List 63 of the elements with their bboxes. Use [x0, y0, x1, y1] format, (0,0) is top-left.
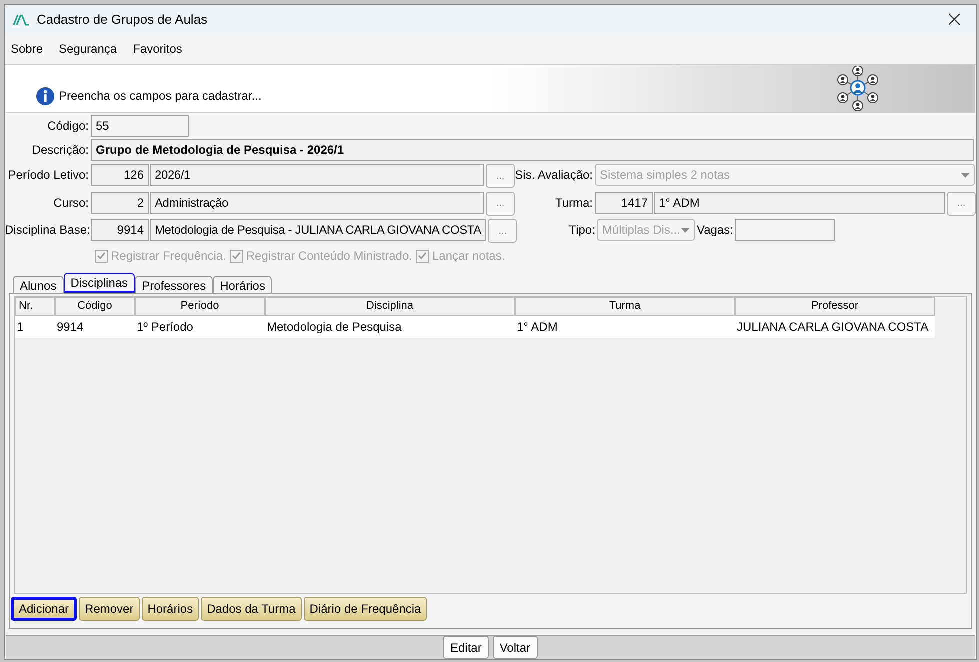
checkbox-label: Registrar Conteúdo Ministrado.: [246, 248, 412, 266]
lookup-field: Administração: [150, 192, 484, 214]
code-field: 55: [91, 114, 189, 137]
action-button[interactable]: Remover: [79, 597, 140, 622]
code-field: 1417: [595, 192, 653, 214]
table-cell-text: Metodologia de Pesquisa: [266, 319, 403, 336]
description-field: Grupo de Metodologia de Pesquisa - 2026/1: [91, 138, 974, 161]
field-label: Descrição:: [31, 142, 90, 159]
tab[interactable]: Horários: [213, 276, 272, 294]
checkmark-icon: [418, 252, 428, 260]
window-title: Cadastro de Grupos de Aulas: [37, 11, 208, 30]
field-label: Disciplina Base:: [5, 222, 91, 240]
field-label: Vagas:: [696, 222, 734, 240]
menu-item[interactable]: Segurança: [59, 40, 118, 58]
action-button[interactable]: Diário de Frequência: [304, 597, 428, 622]
column-header[interactable]: Código: [55, 297, 135, 316]
lookup-field: 1° ADM: [654, 192, 945, 214]
action-button[interactable]: Horários: [142, 597, 200, 622]
code-field: 126: [91, 164, 149, 186]
menu-item[interactable]: Sobre: [11, 40, 44, 58]
column-header[interactable]: Turma: [515, 297, 735, 316]
checkmark-icon: [232, 252, 242, 260]
field-label: Curso:: [52, 194, 90, 212]
browse-button[interactable]: ...: [488, 219, 518, 244]
lookup-field: 2026/1: [150, 164, 484, 186]
column-header[interactable]: Período: [135, 297, 265, 316]
close-icon[interactable]: [949, 14, 960, 26]
table-cell-text: 1: [16, 319, 25, 336]
action-button[interactable]: Adicionar: [11, 597, 78, 622]
column-header[interactable]: Professor: [735, 297, 935, 316]
info-message: Preencha os campos para cadastrar...: [59, 88, 262, 105]
field-label: Sis. Avaliação:: [515, 167, 594, 184]
field-label: Turma:: [554, 194, 594, 212]
tab[interactable]: Alunos: [13, 276, 64, 294]
table-cell-text: JULIANA CARLA GIOVANA COSTA: [736, 319, 930, 336]
column-header[interactable]: Nr.: [15, 297, 55, 316]
lookup-field: Metodologia de Pesquisa - JULIANA CARLA GIOVANA COSTA: [150, 219, 486, 242]
browse-button[interactable]: ...: [947, 192, 976, 216]
menu-item[interactable]: Favoritos: [133, 40, 182, 58]
footer-button[interactable]: Voltar: [492, 636, 538, 659]
checkbox-label: Lançar notas.: [432, 248, 506, 266]
dropdown-caret-icon: [681, 228, 690, 233]
app-logo-icon: [13, 14, 29, 26]
table-cell-text: 1º Período: [136, 319, 194, 336]
column-header[interactable]: Disciplina: [265, 297, 515, 316]
action-button[interactable]: Dados da Turma: [201, 597, 302, 622]
checkmark-icon: [97, 252, 106, 260]
table-cell-text: 1° ADM: [516, 319, 559, 336]
people-network-icon: [836, 66, 880, 112]
dropdown-caret-icon: [961, 172, 970, 178]
tab[interactable]: Professores: [135, 276, 214, 294]
info-icon: [36, 86, 55, 106]
field-label: Código:: [46, 118, 90, 135]
browse-button[interactable]: ...: [486, 164, 515, 188]
tab[interactable]: Disciplinas: [64, 273, 136, 294]
code-field: 9914: [91, 219, 149, 242]
field-label: Tipo:: [568, 222, 596, 240]
table-cell-text: 9914: [56, 319, 85, 336]
footer-button[interactable]: Editar: [443, 636, 489, 659]
code-field: 2: [91, 192, 149, 214]
browse-button[interactable]: ...: [486, 192, 515, 216]
field-label: Período Letivo:: [7, 167, 90, 184]
checkbox-label: Registrar Frequência.: [111, 248, 226, 266]
